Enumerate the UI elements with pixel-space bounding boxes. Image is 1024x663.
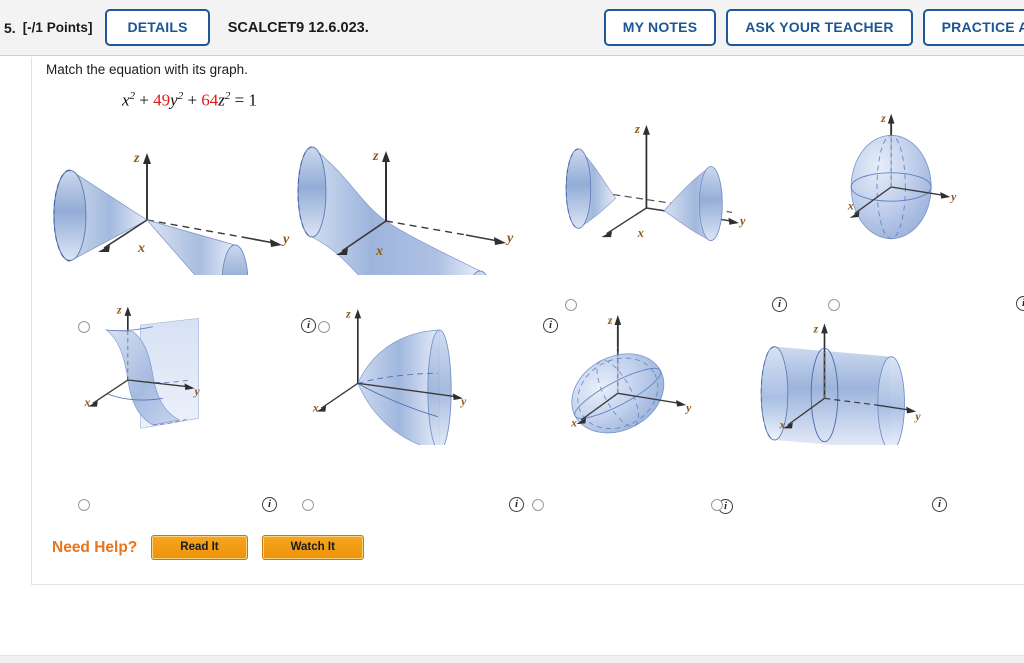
option-e-radio[interactable] (78, 499, 90, 511)
axis-label-x: x (570, 417, 577, 430)
axis-label-y: y (281, 232, 290, 247)
option-h-radio[interactable] (711, 499, 723, 511)
graph-ellipsoid-flat-tilted: x y z (570, 314, 692, 434)
option-g: x y z i (507, 295, 757, 514)
equation-exp-y: 2 (177, 90, 184, 102)
graph-double-cone-along-y: x y z (53, 151, 290, 275)
axis-label-y: y (949, 190, 957, 203)
option-f: x y z i (277, 295, 527, 512)
graph-elliptic-paraboloid-along-y: x y z (312, 308, 467, 445)
equation-term-y: y (170, 90, 178, 110)
equation-term-z: z (218, 90, 225, 110)
option-h: x y z i (711, 295, 972, 512)
details-button[interactable]: DETAILS (105, 9, 210, 46)
info-icon[interactable]: i (509, 497, 524, 512)
question-page: 5. [-/1 Points] DETAILS SCALCET9 12.6.02… (0, 0, 1024, 663)
need-help-section: Need Help? Read It Watch It (52, 535, 364, 560)
question-code: SCALCET9 12.6.023. (227, 19, 369, 36)
graph-circular-cylinder-along-y: x y z (760, 323, 921, 445)
axis-label-y: y (459, 395, 467, 408)
equation-plus-1: + (139, 90, 149, 110)
option-c: x y z i (532, 103, 787, 312)
axis-label-x: x (779, 418, 786, 431)
equation-coef-z: 64 (201, 90, 219, 110)
axis-label-z: z (880, 112, 886, 125)
equation-equals: = (234, 90, 245, 110)
header-actions: MY NOTES ASK YOUR TEACHER PRACTICE ANOTH… (603, 9, 1024, 46)
equation-plus-2: + (187, 90, 198, 110)
my-notes-button[interactable]: MY NOTES (603, 9, 717, 46)
axis-label-y: y (913, 410, 921, 423)
question-number: 5. (4, 19, 16, 36)
need-help-label: Need Help? (52, 538, 138, 556)
info-icon[interactable]: i (932, 497, 947, 512)
question-header: 5. [-/1 Points] DETAILS SCALCET9 12.6.02… (0, 0, 1024, 56)
axis-label-z: z (607, 314, 613, 327)
axis-label-z: z (116, 303, 122, 316)
option-a: x y z i (42, 125, 316, 333)
points-badge: [-/1 Points] (22, 20, 93, 35)
option-e: x y z i (42, 295, 292, 512)
axis-label-x: x (375, 244, 383, 259)
axis-label-x: x (84, 396, 91, 409)
ask-teacher-button[interactable]: ASK YOUR TEACHER (726, 9, 913, 46)
graph-ellipsoid-tall-z: x y z (847, 112, 957, 240)
graph-hyperboloid-two-sheets-y: x y z (565, 122, 746, 242)
axis-label-y: y (193, 385, 201, 398)
axis-label-z: z (813, 323, 819, 336)
practice-another-button[interactable]: PRACTICE ANOTHER (922, 9, 1024, 46)
bottom-strip (0, 655, 1024, 663)
axis-label-y: y (505, 231, 514, 246)
equation-exp-x: 2 (129, 90, 136, 102)
axis-label-y: y (738, 214, 746, 228)
option-d: x y z i (777, 97, 1024, 311)
axis-label-x: x (637, 226, 644, 240)
axis-label-z: z (372, 149, 379, 164)
axis-label-x: x (312, 402, 319, 415)
watch-it-button[interactable]: Watch It (261, 535, 364, 560)
info-icon[interactable]: i (262, 497, 277, 512)
info-icon[interactable]: i (1016, 296, 1024, 311)
option-f-radio[interactable] (302, 499, 314, 511)
graph-hyperbolic-paraboloid: x y z (84, 303, 201, 429)
equation-exp-z: 2 (224, 90, 231, 102)
option-b: x y z i (290, 125, 558, 333)
question-panel: Match the equation with its graph. x2 + … (31, 57, 1024, 585)
read-it-button[interactable]: Read It (151, 535, 248, 560)
question-prompt: Match the equation with its graph. (46, 62, 248, 77)
option-g-radio[interactable] (532, 499, 544, 511)
axis-label-z: z (133, 151, 140, 166)
equation-coef-y: 49 (153, 90, 171, 110)
graph-hyperboloid-one-sheet-y: x y z (297, 146, 514, 275)
axis-label-y: y (684, 402, 692, 415)
equation-rhs: 1 (248, 90, 258, 110)
equation: x2 + 49y2 + 64z2 = 1 (122, 90, 257, 111)
axis-label-z: z (634, 122, 640, 136)
axis-label-x: x (137, 241, 145, 256)
equation-term-x: x (122, 90, 130, 110)
axis-label-x: x (847, 200, 854, 213)
axis-label-z: z (345, 308, 351, 321)
